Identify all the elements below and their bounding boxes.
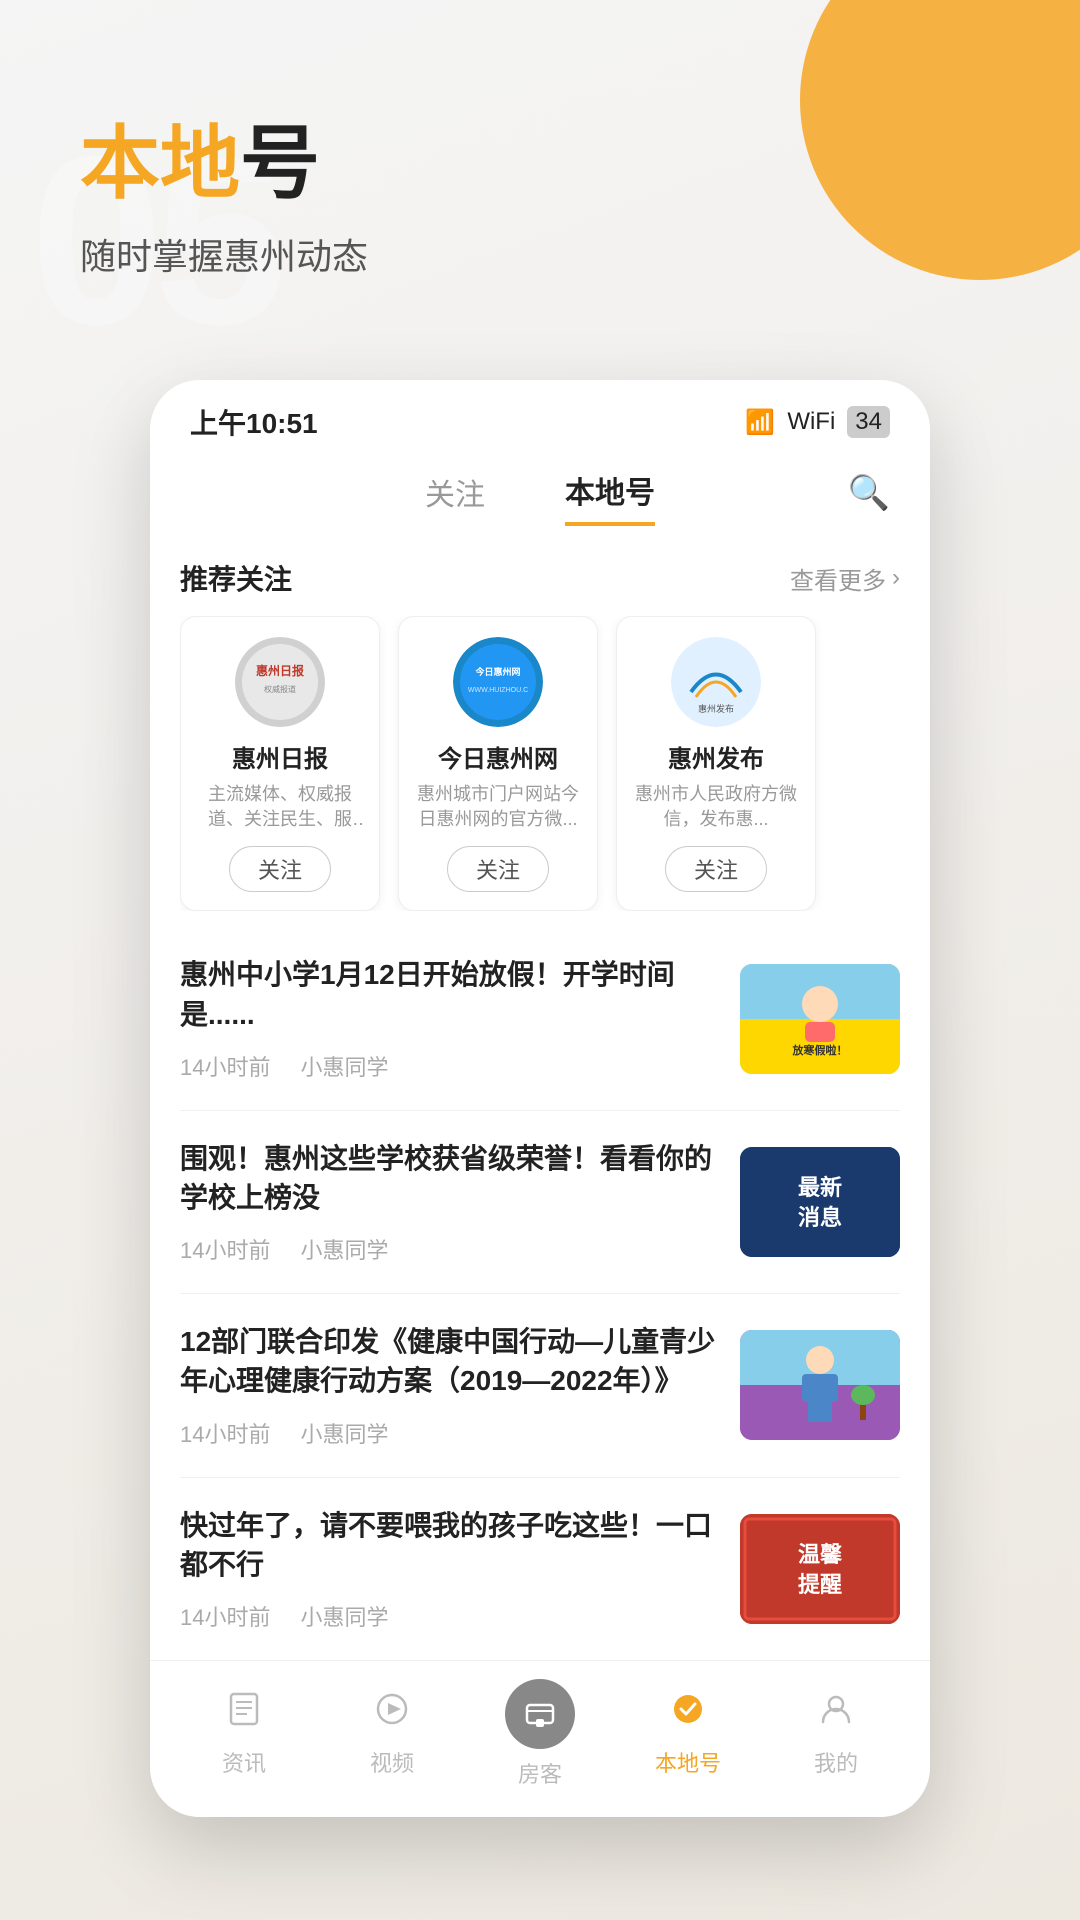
- nav-label-mine: 我的: [814, 1746, 858, 1778]
- video-icon: [373, 1690, 411, 1738]
- card-desc-1: 惠州城市门户网站今日惠州网的官方微...: [415, 782, 581, 832]
- card-avatar-1: 今日惠州网 WWW.HUIZHOU.C: [453, 637, 543, 727]
- news-meta-3: 14小时前 小惠同学: [180, 1600, 720, 1632]
- news-meta-1: 14小时前 小惠同学: [180, 1233, 720, 1265]
- nav-label-video: 视频: [370, 1746, 414, 1778]
- card-follow-btn-1[interactable]: 关注: [447, 846, 549, 892]
- battery-badge: 34: [847, 406, 890, 438]
- news-thumb-3: 温馨 提醒: [740, 1514, 900, 1624]
- news-content-0: 惠州中小学1月12日开始放假！开学时间是...... 14小时前 小惠同学: [180, 955, 720, 1081]
- svg-text:提醒: 提醒: [798, 1572, 842, 1597]
- local-icon: [669, 1690, 707, 1738]
- news-author-1: 小惠同学: [300, 1233, 388, 1265]
- news-title-2: 12部门联合印发《健康中国行动—儿童青少年心理健康行动方案（2019—2022年…: [180, 1322, 720, 1400]
- news-item-3[interactable]: 快过年了，请不要喂我的孩子吃这些！一口都不行 14小时前 小惠同学 温馨 提醒: [180, 1478, 900, 1660]
- svg-text:权威报道: 权威报道: [264, 684, 296, 694]
- signal-icon: 📶: [745, 408, 775, 437]
- status-bar: 上午10:51 📶 WiFi 34: [150, 380, 930, 452]
- card-follow-btn-0[interactable]: 关注: [229, 846, 331, 892]
- card-desc-0: 主流媒体、权威报道、关注民生、服务...: [197, 782, 363, 832]
- tab-follow[interactable]: 关注: [425, 470, 485, 524]
- news-author-2: 小惠同学: [300, 1417, 388, 1449]
- news-thumb-1: 最新 消息: [740, 1147, 900, 1257]
- recommend-cards: 惠州日报 权威报道 惠州日报 主流媒体、权威报道、关注民生、服务... 关注 今…: [180, 616, 900, 911]
- card-name-2: 惠州发布: [668, 739, 764, 774]
- card-avatar-0: 惠州日报 权威报道: [235, 637, 325, 727]
- news-content-3: 快过年了，请不要喂我的孩子吃这些！一口都不行 14小时前 小惠同学: [180, 1506, 720, 1632]
- news-meta-2: 14小时前 小惠同学: [180, 1417, 720, 1449]
- svg-text:惠州发布: 惠州发布: [698, 703, 734, 714]
- news-content-1: 围观！惠州这些学校获省级荣誉！看看你的学校上榜没 14小时前 小惠同学: [180, 1139, 720, 1265]
- recommend-more[interactable]: 查看更多 ›: [790, 561, 900, 596]
- news-list: 惠州中小学1月12日开始放假！开学时间是...... 14小时前 小惠同学 放寒…: [150, 927, 930, 1660]
- nav-label-room: 房客: [518, 1757, 562, 1789]
- news-title-3: 快过年了，请不要喂我的孩子吃这些！一口都不行: [180, 1506, 720, 1584]
- news-time-1: 14小时前: [180, 1233, 270, 1265]
- news-item-2[interactable]: 12部门联合印发《健康中国行动—儿童青少年心理健康行动方案（2019—2022年…: [180, 1294, 900, 1477]
- card-name-0: 惠州日报: [232, 739, 328, 774]
- svg-text:今日惠州网: 今日惠州网: [474, 666, 520, 677]
- card-avatar-2: 惠州发布: [671, 637, 761, 727]
- chevron-right-icon: ›: [892, 564, 900, 592]
- nav-item-mine[interactable]: 我的: [786, 1690, 886, 1778]
- recommend-card-1[interactable]: 今日惠州网 WWW.HUIZHOU.C 今日惠州网 惠州城市门户网站今日惠州网的…: [398, 616, 598, 911]
- news-icon: [225, 1690, 263, 1738]
- nav-label-news: 资讯: [222, 1746, 266, 1778]
- card-name-1: 今日惠州网: [438, 739, 558, 774]
- recommend-card-0[interactable]: 惠州日报 权威报道 惠州日报 主流媒体、权威报道、关注民生、服务... 关注: [180, 616, 380, 911]
- news-author-0: 小惠同学: [300, 1050, 388, 1082]
- news-time-0: 14小时前: [180, 1050, 270, 1082]
- nav-item-news[interactable]: 资讯: [194, 1690, 294, 1778]
- news-author-3: 小惠同学: [300, 1600, 388, 1632]
- card-follow-btn-2[interactable]: 关注: [665, 846, 767, 892]
- recommend-more-label: 查看更多: [790, 561, 886, 596]
- news-title-1: 围观！惠州这些学校获省级荣誉！看看你的学校上榜没: [180, 1139, 720, 1217]
- room-icon: [505, 1679, 575, 1749]
- nav-item-room[interactable]: 房客: [490, 1679, 590, 1789]
- svg-text:惠州日报: 惠州日报: [256, 663, 304, 678]
- recommend-section: 推荐关注 查看更多 › 惠州日报 权威报道 惠州日报 主流媒体、权威报道、关注: [150, 534, 930, 927]
- svg-text:最新: 最新: [798, 1175, 842, 1200]
- header-title-orange: 本地: [80, 119, 240, 208]
- news-item-1[interactable]: 围观！惠州这些学校获省级荣誉！看看你的学校上榜没 14小时前 小惠同学 最新 消…: [180, 1111, 900, 1294]
- mine-icon: [817, 1690, 855, 1738]
- wifi-icon: WiFi: [787, 408, 835, 436]
- svg-text:放寒假啦！: 放寒假啦！: [792, 1043, 848, 1057]
- header-section: 本地号 随时掌握惠州动态: [0, 0, 1080, 340]
- bottom-nav: 资讯 视频 房客: [150, 1660, 930, 1817]
- news-time-3: 14小时前: [180, 1600, 270, 1632]
- news-meta-0: 14小时前 小惠同学: [180, 1050, 720, 1082]
- search-icon[interactable]: 🔍: [848, 473, 890, 513]
- status-icons: 📶 WiFi 34: [745, 406, 890, 438]
- phone-mockup: 上午10:51 📶 WiFi 34 关注 本地号 🔍 推荐关注 查看更多 ›: [150, 380, 930, 1817]
- card-desc-2: 惠州市人民政府方微信，发布惠...: [633, 782, 799, 832]
- recommend-title: 推荐关注: [180, 558, 292, 598]
- news-time-2: 14小时前: [180, 1417, 270, 1449]
- svg-text:温馨: 温馨: [798, 1542, 843, 1567]
- news-title-0: 惠州中小学1月12日开始放假！开学时间是......: [180, 955, 720, 1033]
- top-tabs: 关注 本地号 🔍: [150, 452, 930, 534]
- news-content-2: 12部门联合印发《健康中国行动—儿童青少年心理健康行动方案（2019—2022年…: [180, 1322, 720, 1448]
- recommend-header: 推荐关注 查看更多 ›: [180, 558, 900, 598]
- header-subtitle: 随时掌握惠州动态: [80, 228, 1000, 280]
- header-title-dark: 号: [240, 119, 320, 208]
- news-item-0[interactable]: 惠州中小学1月12日开始放假！开学时间是...... 14小时前 小惠同学 放寒…: [180, 927, 900, 1110]
- news-thumb-2: [740, 1330, 900, 1440]
- recommend-card-2[interactable]: 惠州发布 惠州发布 惠州市人民政府方微信，发布惠... 关注: [616, 616, 816, 911]
- header-title: 本地号: [80, 120, 1000, 208]
- svg-text:WWW.HUIZHOU.C: WWW.HUIZHOU.C: [468, 687, 528, 694]
- nav-item-video[interactable]: 视频: [342, 1690, 442, 1778]
- status-time: 上午10:51: [190, 402, 318, 442]
- svg-text:消息: 消息: [798, 1205, 842, 1230]
- nav-label-local: 本地号: [655, 1746, 721, 1778]
- tab-local[interactable]: 本地号: [565, 468, 655, 526]
- news-thumb-0: 放寒假啦！: [740, 964, 900, 1074]
- nav-item-local[interactable]: 本地号: [638, 1690, 738, 1778]
